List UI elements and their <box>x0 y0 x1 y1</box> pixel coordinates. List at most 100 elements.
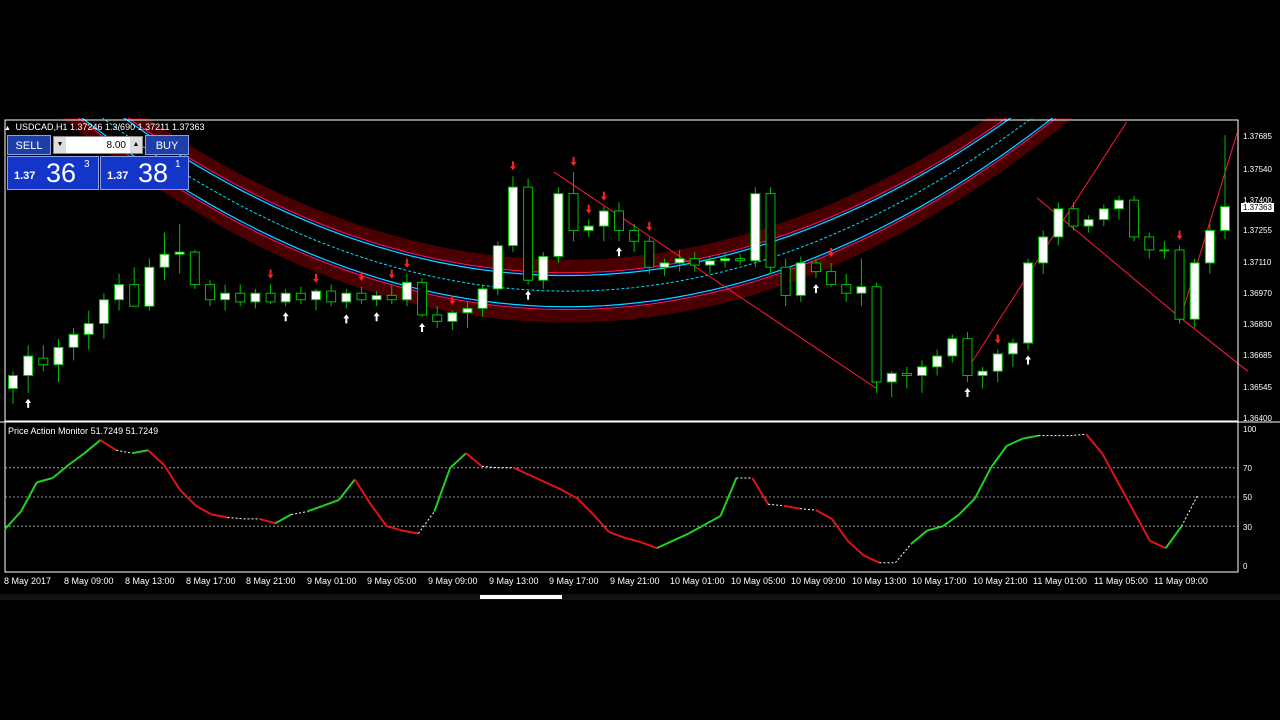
sell-price-prefix: 1.37 <box>14 170 36 182</box>
candle-body <box>629 229 640 242</box>
time-axis-label: 8 May 17:00 <box>186 576 236 586</box>
buy-price-button[interactable]: 1.37 38 1 <box>100 156 189 190</box>
lot-size-field[interactable]: ▼ 8.00 ▲ <box>53 136 143 154</box>
price-axis-label: 1.36830 <box>1243 320 1272 329</box>
collapse-triangle-icon[interactable]: ▲ <box>4 125 11 132</box>
candle <box>871 282 882 393</box>
candle <box>507 176 518 253</box>
osc-segment <box>783 504 801 510</box>
candle <box>795 256 806 302</box>
sell-price-pips: 36 <box>46 158 77 188</box>
osc-segment <box>306 504 324 513</box>
osc-segment <box>863 554 880 564</box>
lot-size-value: 8.00 <box>106 140 126 151</box>
candle-body <box>235 292 246 303</box>
candle-body <box>583 225 594 231</box>
candle <box>1023 258 1034 350</box>
osc-segment <box>989 445 1008 469</box>
candle-body <box>962 338 973 377</box>
osc-segment <box>608 531 626 539</box>
candle-body <box>871 286 882 383</box>
osc-segment <box>195 504 213 516</box>
osc-segment <box>68 452 86 466</box>
lot-increase-icon[interactable]: ▲ <box>130 137 142 153</box>
candle-body <box>523 186 534 281</box>
time-axis-label: 11 May 09:00 <box>1154 576 1208 586</box>
symbol-name: USDCAD,H1 <box>15 122 68 132</box>
price-axis-label: 1.37540 <box>1243 165 1272 174</box>
price-axis-label: 1.37255 <box>1243 226 1272 235</box>
sell-price-button[interactable]: 1.37 36 3 <box>7 156 99 190</box>
candle-body <box>538 255 549 281</box>
high-price: 1.3/690 <box>105 122 136 132</box>
candle-body <box>356 292 367 301</box>
osc-segment <box>1070 433 1087 437</box>
osc-segment <box>895 543 912 564</box>
chart-canvas[interactable] <box>0 118 1280 600</box>
candle-body <box>917 366 927 377</box>
candle-body <box>1083 219 1094 227</box>
candle-body <box>765 193 776 268</box>
candle-body <box>386 294 397 301</box>
osc-segment <box>291 511 308 516</box>
time-axis-label: 8 May 2017 <box>4 576 52 586</box>
osc-segment <box>465 452 483 468</box>
osc-segment <box>830 518 849 542</box>
osc-segment <box>369 503 388 527</box>
candle-body <box>720 258 731 262</box>
osc-segment <box>116 449 133 454</box>
candle-body <box>735 258 746 262</box>
indicator-value-2: 51.7249 <box>125 426 159 436</box>
time-axis-label: 11 May 05:00 <box>1094 576 1148 586</box>
candle-body <box>144 266 155 307</box>
price-axis-label: 1.36970 <box>1243 289 1272 298</box>
osc-segment <box>624 536 642 544</box>
candle-body <box>189 251 200 286</box>
candle-body <box>1098 208 1109 221</box>
candle-body <box>689 258 700 266</box>
candle-body <box>23 355 34 377</box>
osc-segment <box>815 509 833 520</box>
candle-body <box>295 292 306 301</box>
scrollbar-thumb[interactable] <box>480 595 562 599</box>
lot-decrease-icon[interactable]: ▼ <box>54 137 66 153</box>
time-axis-label: 9 May 21:00 <box>610 576 660 586</box>
time-axis-label: 10 May 05:00 <box>731 576 786 586</box>
osc-segment <box>910 529 928 545</box>
candle-body <box>674 258 685 264</box>
osc-segment <box>386 525 403 532</box>
osc-segment <box>179 488 197 507</box>
candle <box>1189 258 1200 328</box>
osc-segment <box>640 541 658 550</box>
open-price: 1.37246 <box>69 122 103 132</box>
candle-body <box>1068 208 1079 227</box>
buy-price-pips: 38 <box>138 158 169 188</box>
osc-segment <box>1101 452 1119 483</box>
chart-scrollbar[interactable] <box>0 594 1280 600</box>
osc-segment <box>513 466 531 477</box>
candle-body <box>280 292 291 303</box>
symbol-info-bar: ▲ USDCAD,H1 1.37246 1.3/690 1.37211 1.37… <box>4 122 205 132</box>
osc-segment <box>768 503 785 507</box>
candle-body <box>159 253 170 268</box>
time-axis-label: 10 May 09:00 <box>791 576 846 586</box>
sell-button[interactable]: SELL <box>7 135 51 155</box>
candle-body <box>1023 262 1034 344</box>
close-price: 1.37363 <box>171 122 205 132</box>
candle-body <box>1159 249 1170 252</box>
candle-body <box>8 375 18 390</box>
buy-button[interactable]: BUY <box>145 135 189 155</box>
time-axis-label: 11 May 01:00 <box>1033 576 1087 586</box>
candle-body <box>371 294 382 301</box>
candle <box>1129 195 1140 242</box>
osc-segment <box>529 474 547 484</box>
time-axis-label: 8 May 09:00 <box>64 576 114 586</box>
osc-axis-label: 0 <box>1243 562 1248 571</box>
candle-body <box>598 210 609 227</box>
candle-body <box>553 193 564 257</box>
osc-segment <box>402 529 419 535</box>
osc-segment <box>1164 525 1183 549</box>
low-price: 1.37211 <box>137 122 170 132</box>
candle <box>1174 245 1185 324</box>
candle <box>750 187 761 268</box>
